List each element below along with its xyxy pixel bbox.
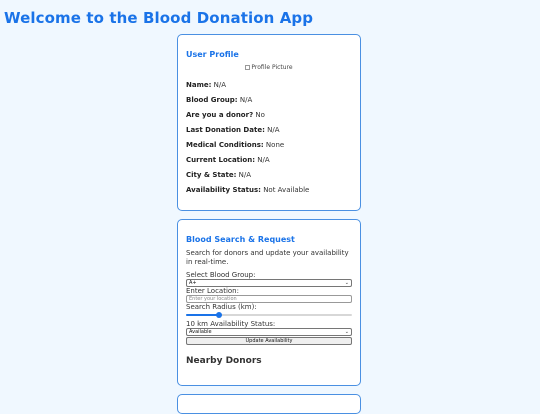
profile-field-blood-group: Blood Group: N/A [186,96,253,104]
search-radius-label: Search Radius (km): [186,303,257,311]
blood-group-select[interactable]: A+ ⌄ [186,279,352,287]
profile-field-medical-conditions: Medical Conditions: None [186,141,285,149]
availability-select[interactable]: Available ⌄ [186,328,352,336]
profile-fields: Name: N/A Blood Group: N/A Are you a don… [186,81,352,195]
availability-label: 10 km Availability Status: [186,320,276,328]
user-profile-card: User Profile Profile Picture Name: N/A B… [177,34,361,211]
profile-field-last-donation: Last Donation Date: N/A [186,126,280,134]
user-profile-heading: User Profile [186,50,239,59]
profile-field-current-location: Current Location: N/A [186,156,270,164]
profile-field-donor: Are you a donor? No [186,111,265,119]
profile-field-city-state: City & State: N/A [186,171,252,179]
broken-image-icon [245,65,251,70]
location-label: Enter Location: [186,287,239,295]
profile-picture-alt: Profile Picture [251,64,293,71]
chevron-down-icon: ⌄ [344,280,349,286]
slider-thumb[interactable] [216,312,223,318]
blood-search-card: Blood Search & Request Search for donors… [177,219,361,386]
blood-group-label: Select Blood Group: [186,271,256,279]
profile-picture: Profile Picture [186,64,352,72]
app-title: Welcome to the Blood Donation App [4,9,314,27]
update-availability-button[interactable]: Update Availability [186,337,352,345]
next-card [177,394,361,414]
search-radius-slider[interactable] [186,312,352,318]
blood-search-heading: Blood Search & Request [186,235,295,244]
slider-fill [186,314,220,316]
chevron-down-icon: ⌄ [344,329,349,335]
location-input[interactable]: Enter your location [186,295,352,303]
nearby-donors-heading: Nearby Donors [186,356,262,366]
profile-field-name: Name: N/A [186,81,227,89]
blood-search-description: Search for donors and update your availa… [186,249,349,266]
profile-field-availability: Availability Status: Not Available [186,186,310,194]
